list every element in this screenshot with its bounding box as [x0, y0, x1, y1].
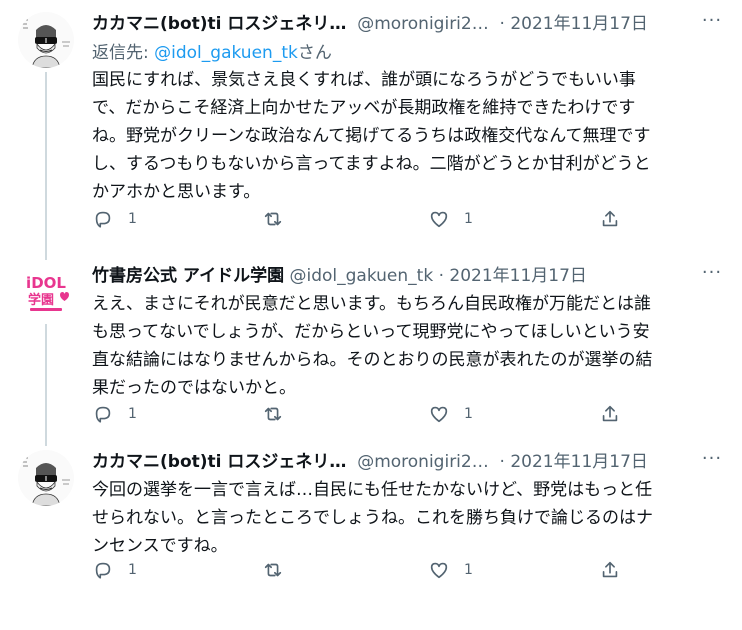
tweet-line: も思ってないでしょうが、だからといって現野党にやってほしいという安: [92, 322, 650, 342]
cartoon-man-sunglasses-icon: [18, 12, 74, 68]
tweet-actions: 1 1: [92, 402, 632, 426]
like-button[interactable]: 1: [428, 558, 473, 582]
tweet[interactable]: iDOL 学園 竹書房公式 アイドル学園 @idol_gakuen_tk · 2…: [0, 252, 742, 438]
more-options-icon[interactable]: ···: [700, 263, 724, 287]
tweet-line: で、だからこそ経済上向かせたアッベが長期政権を維持できたわけです: [92, 98, 636, 118]
user-handle[interactable]: @moronigiri2…: [357, 452, 489, 472]
display-name[interactable]: カカマニ(bot)ti ロスジェネリ…: [92, 452, 346, 472]
reply-count: 1: [128, 211, 137, 227]
tweet-actions: 1 1: [92, 558, 632, 582]
tweet[interactable]: カカマニ(bot)ti ロスジェネリ… @moronigiri2… · 2021…: [0, 0, 742, 252]
retweet-icon: [264, 563, 282, 577]
thread-connector: [45, 324, 47, 438]
logo-text-bottom: 学園: [28, 292, 54, 308]
tweet-line: かアホかと思います。: [92, 182, 261, 202]
tweet-actions: 1 1: [92, 207, 632, 231]
retweet-button[interactable]: [262, 207, 298, 231]
tweet-line: 国民にすれば、景気さえ良くすれば、誰が頭になろうがどうでもいい事: [92, 70, 636, 90]
tweet-header: カカマニ(bot)ti ロスジェネリ… @moronigiri2… · 2021…: [92, 11, 692, 37]
tweet-date[interactable]: 2021年11月17日: [510, 452, 648, 472]
share-button[interactable]: [599, 402, 621, 426]
heart-icon: [430, 562, 448, 579]
tweet-header: カカマニ(bot)ti ロスジェネリ… @moronigiri2… · 2021…: [92, 449, 692, 475]
retweet-icon: [264, 407, 282, 421]
share-icon: [602, 405, 618, 422]
avatar[interactable]: [18, 450, 74, 506]
tweet-line: ンセンスですね。: [92, 536, 228, 556]
tweet-line: し、するつもりもないから言ってますよね。二階がどうとか甘利がどうと: [92, 154, 651, 174]
tweet-line: 今回の選挙を一言で言えば…自民にも任せたかないけど、野党はもっと任: [92, 480, 653, 500]
tweet-header: 竹書房公式 アイドル学園 @idol_gakuen_tk · 2021年11月1…: [92, 263, 692, 289]
like-count: 1: [464, 406, 473, 422]
user-handle[interactable]: @moronigiri2…: [357, 14, 489, 34]
user-handle[interactable]: @idol_gakuen_tk: [289, 266, 433, 286]
retweet-button[interactable]: [262, 558, 298, 582]
heart-icon: [430, 211, 448, 228]
more-options-icon[interactable]: ···: [700, 11, 724, 35]
share-button[interactable]: [599, 558, 621, 582]
idol-gakuen-logo-icon: iDOL 学園: [18, 264, 74, 320]
like-button[interactable]: 1: [428, 402, 473, 426]
tweet-line: ね。野党がクリーンな政治なんて掲げてるうちは政権交代なんて無理です: [92, 126, 651, 146]
thread-connector: [45, 252, 47, 260]
separator: ·: [499, 14, 505, 34]
share-icon: [602, 561, 618, 578]
reply-button[interactable]: 1: [92, 558, 137, 582]
tweet-text: 国民にすれば、景気さえ良くすれば、誰が頭になろうがどうでもいい事 で、だからこそ…: [92, 66, 722, 206]
like-count: 1: [464, 211, 473, 227]
display-name[interactable]: カカマニ(bot)ti ロスジェネリ…: [92, 14, 346, 34]
share-button[interactable]: [599, 207, 621, 231]
cartoon-man-sunglasses-icon: [18, 450, 74, 506]
reply-count: 1: [128, 562, 137, 578]
share-icon: [602, 210, 618, 227]
tweet-date[interactable]: 2021年11月17日: [510, 14, 648, 34]
like-button[interactable]: 1: [428, 207, 473, 231]
tweet[interactable]: カカマニ(bot)ti ロスジェネリ… @moronigiri2… · 2021…: [0, 438, 742, 630]
separator: ·: [438, 266, 444, 286]
separator: ·: [499, 452, 505, 472]
reply-icon: [95, 211, 111, 228]
reply-count: 1: [128, 406, 137, 422]
tweet-text: 今回の選挙を一言で言えば…自民にも任せたかないけど、野党はもっと任 せられない。…: [92, 476, 722, 560]
more-options-icon[interactable]: ···: [700, 449, 724, 473]
like-count: 1: [464, 562, 473, 578]
tweet-line: 果だったのではないかと。: [92, 378, 296, 398]
reply-icon: [95, 562, 111, 579]
tweet-line: せられない。と言ったところでしょうね。これを勝ち負けで論じるのはナ: [92, 508, 653, 528]
display-name[interactable]: 竹書房公式 アイドル学園: [92, 266, 284, 286]
retweet-button[interactable]: [262, 402, 298, 426]
reply-suffix: さん: [297, 43, 332, 63]
reply-mention-link[interactable]: @idol_gakuen_tk: [154, 43, 298, 63]
reply-icon: [95, 406, 111, 423]
tweet-line: 直な結論にはなりませんからね。そのとおりの民意が表れたのが選挙の結: [92, 350, 653, 370]
reply-button[interactable]: 1: [92, 402, 137, 426]
thread-connector: [45, 438, 47, 446]
reply-button[interactable]: 1: [92, 207, 137, 231]
thread-connector: [45, 72, 47, 252]
tweet-line: ええ、まさにそれが民意だと思います。もちろん自民政権が万能だとは誰: [92, 294, 651, 314]
heart-icon: [430, 406, 448, 423]
avatar[interactable]: iDOL 学園: [18, 264, 74, 320]
logo-text-top: iDOL: [26, 274, 66, 292]
tweet-date[interactable]: 2021年11月17日: [449, 266, 587, 286]
reply-context: 返信先: @idol_gakuen_tkさん: [92, 40, 332, 66]
reply-prefix: 返信先:: [92, 43, 155, 63]
retweet-icon: [264, 212, 282, 226]
avatar[interactable]: [18, 12, 74, 68]
tweet-text: ええ、まさにそれが民意だと思います。もちろん自民政権が万能だとは誰 も思ってない…: [92, 290, 722, 402]
